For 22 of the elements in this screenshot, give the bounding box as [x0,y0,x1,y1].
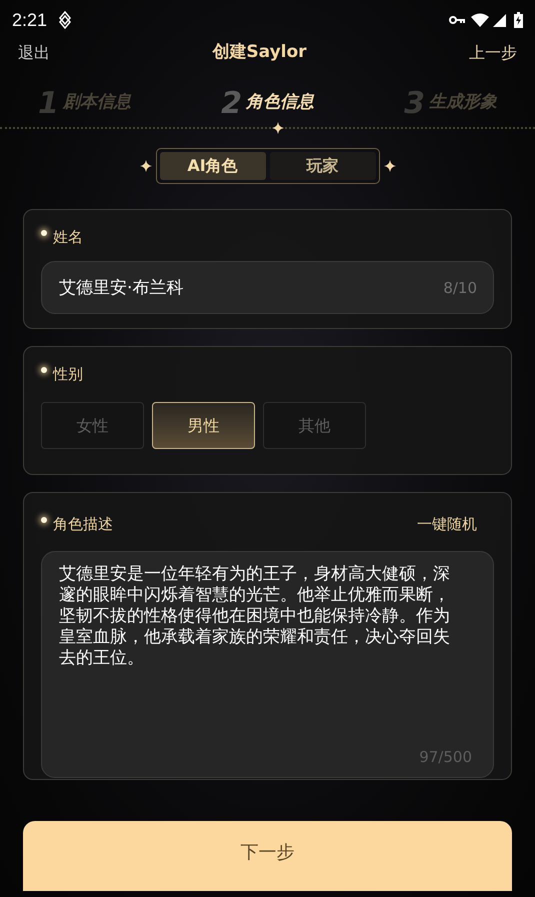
random-button[interactable]: 一键随机 [417,512,477,536]
role-tab[interactable]: 玩家 [270,152,376,180]
page-title: 创建Saylor [212,41,307,64]
exit-button[interactable]: 退出 [18,41,50,65]
next-button[interactable]: 下一步 [23,821,512,891]
name-label: 姓名 [53,226,83,248]
sparkle-icon [272,122,284,134]
sparkle-icon [140,160,152,172]
char-counter: 8/10 [443,278,477,299]
gender-label: 性别 [53,364,83,385]
key-icon [449,15,465,25]
signal-icon [493,14,506,26]
sparkle-icon [384,160,396,172]
status-time: 2:21 [12,8,48,32]
gender-option[interactable]: 男性 [152,402,255,449]
previous-step-button[interactable]: 上一步 [468,41,517,65]
app-diamond-icon [59,11,72,29]
description-label: 角色描述 [53,514,113,535]
char-counter: 97/500 [419,746,472,768]
role-tab[interactable]: AI角色 [160,152,266,180]
battery-icon [514,12,523,28]
wifi-icon [471,13,489,27]
